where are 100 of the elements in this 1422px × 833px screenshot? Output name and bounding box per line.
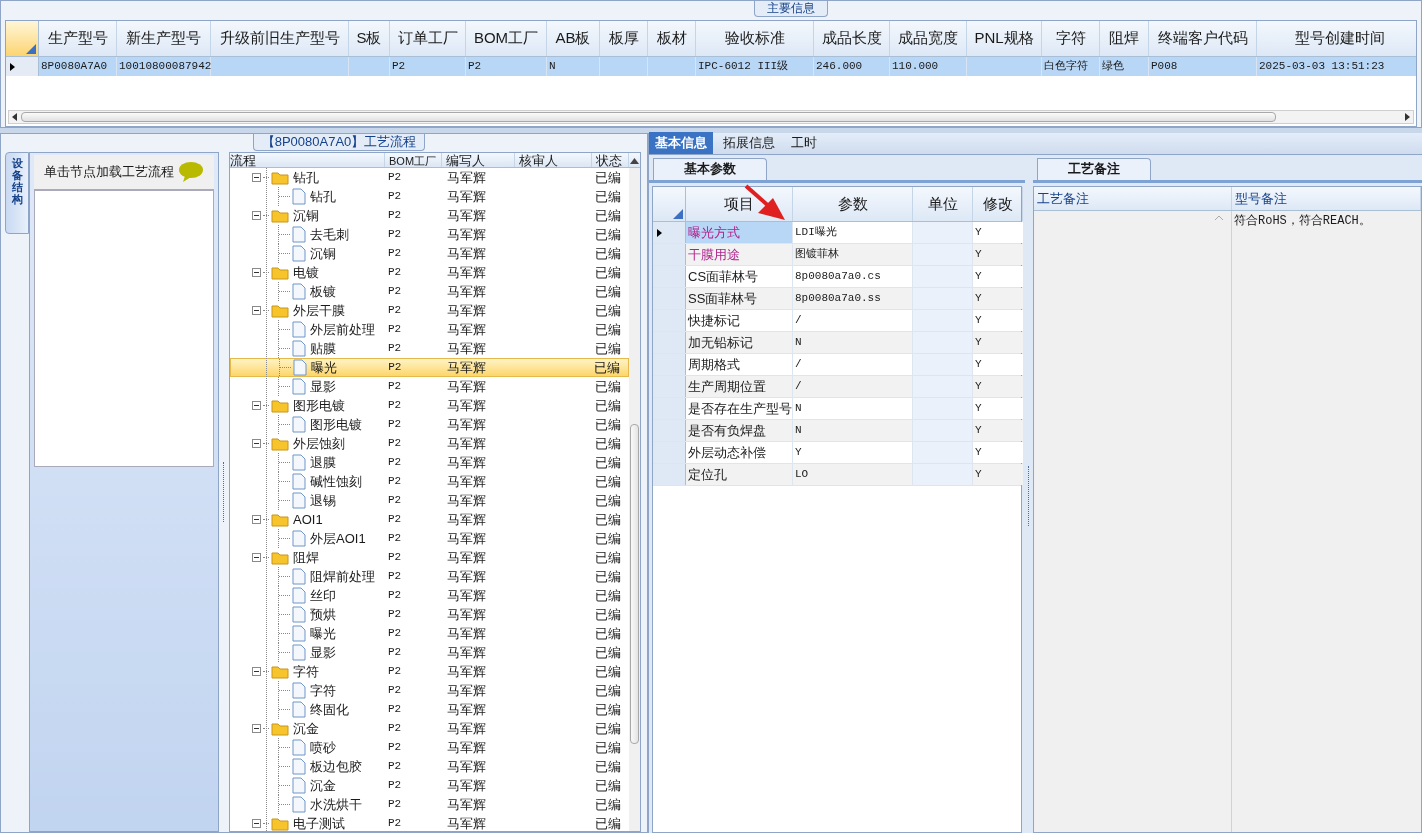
- tree-row[interactable]: 沉铜 P2 马军辉 已编: [230, 206, 629, 225]
- tree-row[interactable]: 显影 P2 马军辉 已编: [230, 643, 629, 662]
- column-header[interactable]: 验收标准: [696, 21, 814, 56]
- panel-tab[interactable]: 工艺备注: [1037, 158, 1151, 180]
- column-header[interactable]: 成品长度: [814, 21, 890, 56]
- table-row[interactable]: 是否有负焊盘 N Y: [653, 420, 1021, 442]
- column-header[interactable]: 修改: [973, 187, 1023, 221]
- tree-row[interactable]: 图形电镀 P2 马军辉 已编: [230, 415, 629, 434]
- tree-row[interactable]: 外层AOI1 P2 马军辉 已编: [230, 529, 629, 548]
- column-header[interactable]: 成品宽度: [890, 21, 967, 56]
- column-header[interactable]: PNL规格: [967, 21, 1042, 56]
- collapse-icon[interactable]: [252, 306, 261, 315]
- table-cell-text: 已编: [594, 301, 622, 320]
- tree-row[interactable]: 丝印 P2 马军辉 已编: [230, 586, 629, 605]
- tree-row[interactable]: 碱性蚀刻 P2 马军辉 已编: [230, 472, 629, 491]
- table-row[interactable]: 快捷标记 / Y: [653, 310, 1021, 332]
- column-header[interactable]: 升级前旧生产型号: [211, 21, 349, 56]
- column-header[interactable]: 板材: [648, 21, 696, 56]
- splitter-handle[interactable]: [222, 462, 226, 522]
- column-header[interactable]: 流程: [230, 153, 385, 167]
- tab[interactable]: 工时: [785, 132, 823, 154]
- tree-node-label: 沉铜: [293, 206, 319, 225]
- tree-row[interactable]: 沉铜 P2 马军辉 已编: [230, 244, 629, 263]
- vertical-tab[interactable]: 设备结构: [5, 152, 29, 234]
- tree-row[interactable]: 显影 P2 马军辉 已编: [230, 377, 629, 396]
- collapse-icon[interactable]: [252, 401, 261, 410]
- tree-row[interactable]: 钻孔 P2 马军辉 已编: [230, 187, 629, 206]
- column-header[interactable]: S板: [349, 21, 390, 56]
- tree-row[interactable]: 外层前处理 P2 马军辉 已编: [230, 320, 629, 339]
- tree-row[interactable]: 曝光 P2 马军辉 已编: [230, 624, 629, 643]
- panel-tab[interactable]: 基本参数: [653, 158, 767, 180]
- tree-row[interactable]: 退膜 P2 马军辉 已编: [230, 453, 629, 472]
- column-header[interactable]: 新生产型号: [117, 21, 211, 56]
- column-header[interactable]: 终端客户代码: [1149, 21, 1257, 56]
- column-header[interactable]: 工艺备注: [1034, 187, 1232, 210]
- tree-row[interactable]: 电子测试 P2 马军辉 已编: [230, 814, 629, 831]
- table-row[interactable]: 定位孔 LO Y: [653, 464, 1021, 486]
- collapse-icon[interactable]: [252, 819, 261, 828]
- column-header[interactable]: 阻焊: [1100, 21, 1149, 56]
- tree-row[interactable]: 曝光 P2 马军辉 已编: [230, 358, 629, 377]
- table-row[interactable]: 生产周期位置 / Y: [653, 376, 1021, 398]
- column-header[interactable]: 字符: [1042, 21, 1100, 56]
- column-header[interactable]: 型号创建时间: [1257, 21, 1416, 56]
- table-row[interactable]: 周期格式 / Y: [653, 354, 1021, 376]
- tree-row[interactable]: 图形电镀 P2 马军辉 已编: [230, 396, 629, 415]
- collapse-icon[interactable]: [252, 667, 261, 676]
- tree-row[interactable]: 预烘 P2 马军辉 已编: [230, 605, 629, 624]
- tree-row[interactable]: 板边包胶 P2 马军辉 已编: [230, 757, 629, 776]
- tree-row[interactable]: 沉金 P2 马军辉 已编: [230, 719, 629, 738]
- collapse-icon[interactable]: [252, 173, 261, 182]
- table-row[interactable]: 曝光方式 LDI曝光 Y: [653, 222, 1021, 244]
- table-cell-text: 马军辉: [446, 301, 487, 320]
- column-header[interactable]: 生产型号: [39, 21, 117, 56]
- splitter-handle[interactable]: [1027, 466, 1031, 526]
- table-row[interactable]: 加无铅标记 N Y: [653, 332, 1021, 354]
- tree-row[interactable]: 退锡 P2 马军辉 已编: [230, 491, 629, 510]
- tree-row[interactable]: 水洗烘干 P2 马军辉 已编: [230, 795, 629, 814]
- scrollbar-thumb[interactable]: [630, 424, 639, 744]
- table-row[interactable]: 干膜用途 图镀菲林 Y: [653, 244, 1021, 266]
- collapse-icon[interactable]: [252, 515, 261, 524]
- collapse-icon[interactable]: [252, 439, 261, 448]
- tree-row[interactable]: 外层蚀刻 P2 马军辉 已编: [230, 434, 629, 453]
- tree-row[interactable]: 阻焊 P2 马军辉 已编: [230, 548, 629, 567]
- table-row[interactable]: 外层动态补偿 Y Y: [653, 442, 1021, 464]
- column-header[interactable]: 参数: [793, 187, 913, 221]
- table-cell-text: 马军辉: [446, 491, 487, 510]
- tree-row[interactable]: 沉金 P2 马军辉 已编: [230, 776, 629, 795]
- table-row[interactable]: 8P0080A7A0 10010800087942 P2 P2 N IPC-6012 III级 246.000 110.000 白色字符 绿色 P008 2025-03-03 13:51:23: [6, 57, 1416, 76]
- scroll-up-icon[interactable]: [630, 158, 639, 164]
- tab[interactable]: 拓展信息: [717, 132, 781, 154]
- tree-row[interactable]: 板镀 P2 马军辉 已编: [230, 282, 629, 301]
- tree-row[interactable]: AOI1 P2 马军辉 已编: [230, 510, 629, 529]
- table-row[interactable]: SS面菲林号 8p0080a7a0.ss Y: [653, 288, 1021, 310]
- tree-row[interactable]: 外层干膜 P2 马军辉 已编: [230, 301, 629, 320]
- collapse-icon[interactable]: [252, 553, 261, 562]
- column-header[interactable]: 编写人: [442, 153, 515, 167]
- column-header[interactable]: 核审人: [515, 153, 592, 167]
- column-header[interactable]: 单位: [913, 187, 973, 221]
- column-header[interactable]: BOM工厂: [466, 21, 547, 56]
- horizontal-scrollbar[interactable]: [8, 110, 1414, 124]
- tree-row[interactable]: 阻焊前处理 P2 马军辉 已编: [230, 567, 629, 586]
- tab[interactable]: 基本信息: [649, 132, 713, 154]
- table-row[interactable]: 是否存在生产型号 N Y: [653, 398, 1021, 420]
- collapse-icon[interactable]: [252, 724, 261, 733]
- collapse-icon[interactable]: [252, 268, 261, 277]
- tree-row[interactable]: 喷砂 P2 马军辉 已编: [230, 738, 629, 757]
- tree-row[interactable]: 电镀 P2 马军辉 已编: [230, 263, 629, 282]
- column-header[interactable]: BOM工厂: [385, 153, 442, 167]
- table-row[interactable]: CS面菲林号 8p0080a7a0.cs Y: [653, 266, 1021, 288]
- tree-row[interactable]: 字符 P2 马军辉 已编: [230, 681, 629, 700]
- column-header[interactable]: 状态: [592, 153, 629, 167]
- tree-row[interactable]: 终固化 P2 马军辉 已编: [230, 700, 629, 719]
- tree-row[interactable]: 字符 P2 马军辉 已编: [230, 662, 629, 681]
- tree-row[interactable]: 钻孔 P2 马军辉 已编: [230, 168, 629, 187]
- column-header[interactable]: 型号备注: [1232, 187, 1421, 210]
- column-header[interactable]: 板厚: [600, 21, 648, 56]
- collapse-icon[interactable]: [252, 211, 261, 220]
- column-header[interactable]: AB板: [547, 21, 600, 56]
- tree-row[interactable]: 去毛刺 P2 马军辉 已编: [230, 225, 629, 244]
- column-header[interactable]: 订单工厂: [390, 21, 466, 56]
